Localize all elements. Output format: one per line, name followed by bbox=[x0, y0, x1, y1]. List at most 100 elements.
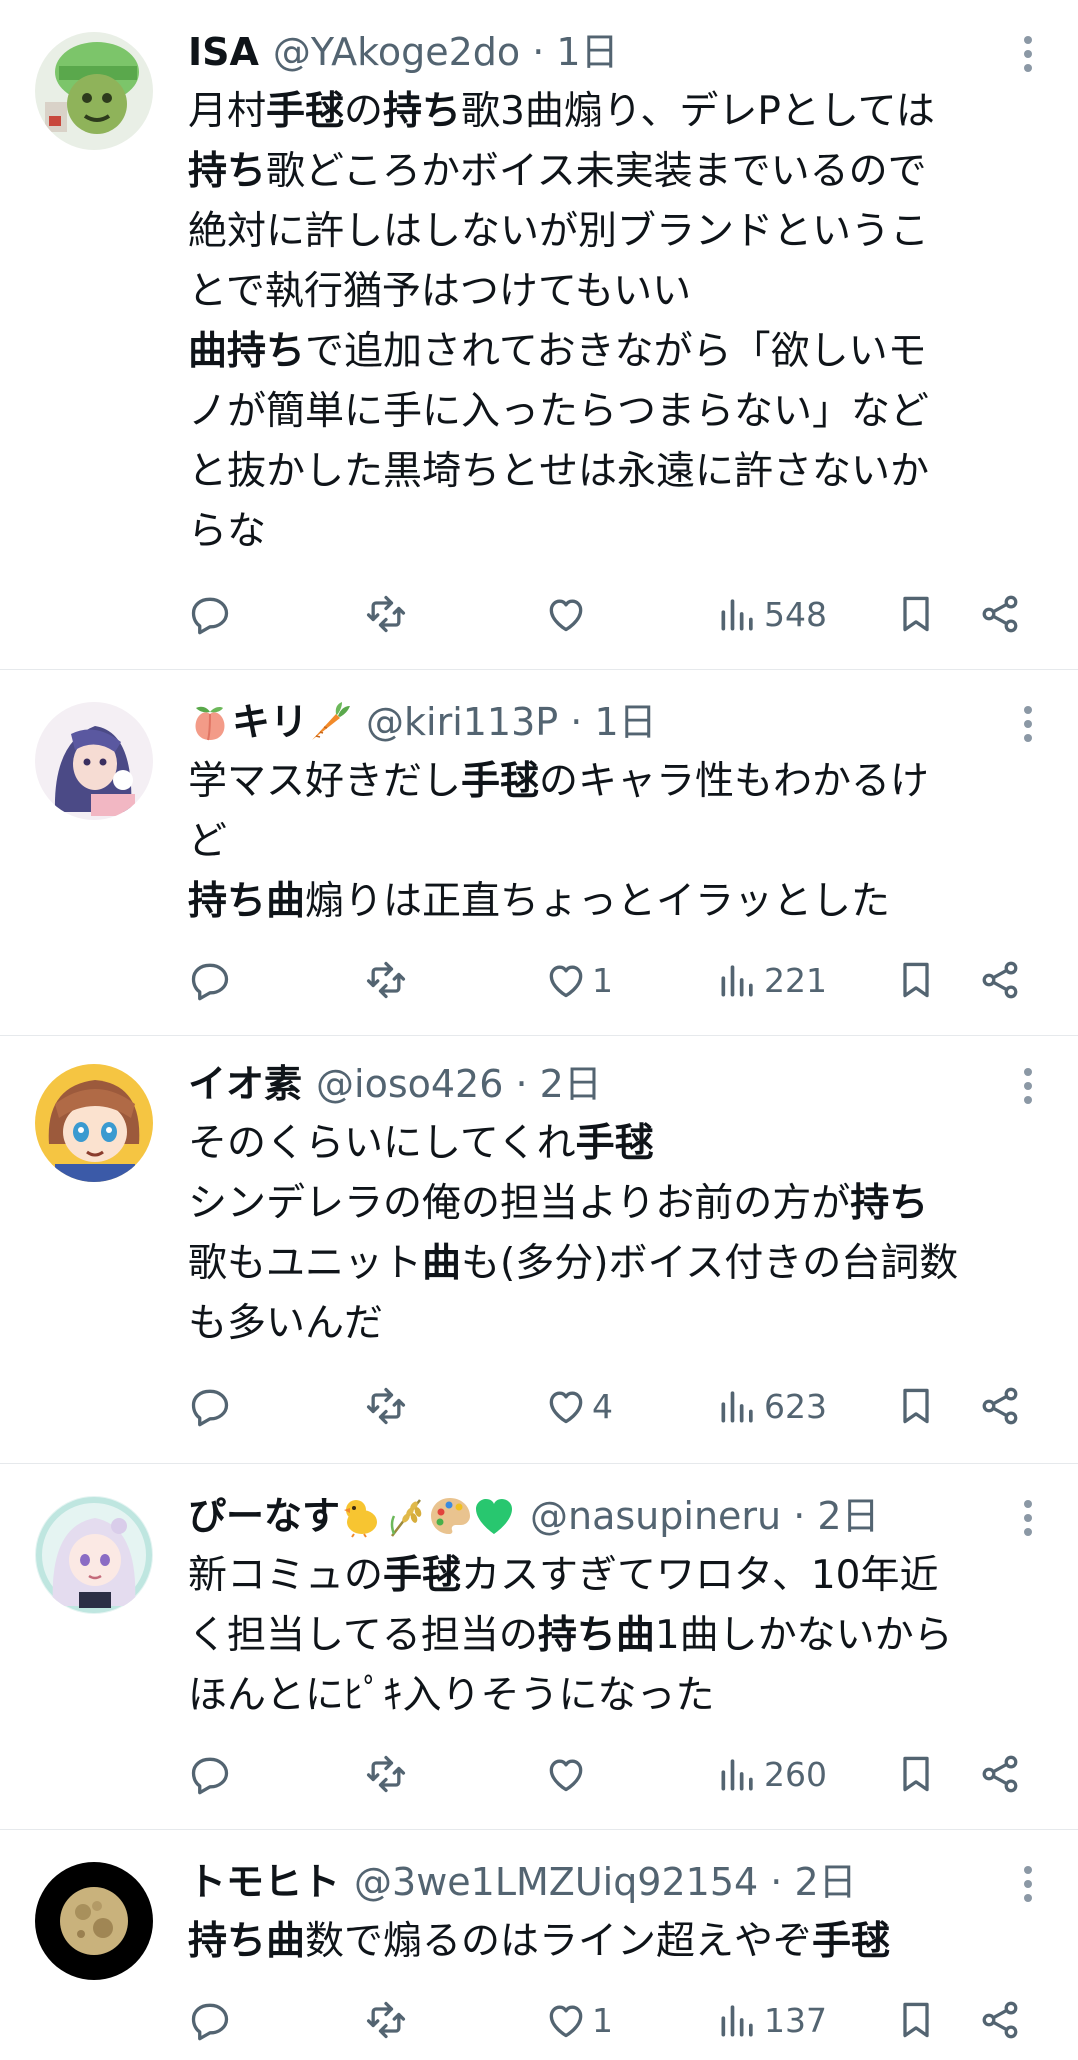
more-icon[interactable] bbox=[1018, 706, 1038, 750]
like-button[interactable]: 4 bbox=[544, 1376, 613, 1436]
like-button[interactable]: 1 bbox=[544, 950, 613, 1010]
share-button[interactable] bbox=[978, 1990, 1022, 2050]
chick-emoji bbox=[344, 1500, 378, 1538]
like-button[interactable]: 1 bbox=[544, 1990, 613, 2050]
highlighted-keyword: 曲持ち bbox=[188, 329, 306, 374]
views-button[interactable]: 137 bbox=[716, 1990, 827, 2050]
text-segment: 月村 bbox=[188, 89, 267, 134]
display-name[interactable]: トモヒト bbox=[188, 1856, 340, 1908]
timestamp[interactable]: 2日 bbox=[794, 1860, 856, 1904]
text-segment: のキャラ性もわかるけ bbox=[539, 759, 930, 804]
retweet-button[interactable] bbox=[364, 1744, 408, 1804]
like-button[interactable] bbox=[544, 584, 592, 644]
tweet[interactable]: ISA @YAkoge2do · 1日 月村手毬の持ち歌3曲煽り、デレPとしては… bbox=[0, 0, 1078, 670]
views-button[interactable]: 260 bbox=[716, 1744, 827, 1804]
display-name[interactable]: ISA bbox=[188, 26, 259, 78]
view-count: 221 bbox=[764, 960, 827, 1000]
views-button[interactable]: 623 bbox=[716, 1376, 827, 1436]
handle-and-time[interactable]: @YAkoge2do · 1日 bbox=[273, 26, 619, 78]
share-icon bbox=[982, 595, 1018, 633]
retweet-icon bbox=[366, 1387, 406, 1425]
share-button[interactable] bbox=[978, 1744, 1022, 1804]
retweet-button[interactable] bbox=[364, 1990, 408, 2050]
share-button[interactable] bbox=[978, 584, 1022, 644]
avatar[interactable] bbox=[35, 1496, 153, 1614]
views-button[interactable]: 221 bbox=[716, 950, 827, 1010]
handle[interactable]: @ioso426 bbox=[316, 1062, 503, 1106]
like-button[interactable] bbox=[544, 1744, 592, 1804]
handle-and-time[interactable]: @nasupineru · 2日 bbox=[530, 1490, 880, 1542]
text-segment: 数で煽るのはライン超えやぞ bbox=[305, 1919, 813, 1964]
highlighted-keyword: 手毬 bbox=[461, 759, 540, 804]
avatar-image bbox=[35, 1862, 153, 1980]
reply-button[interactable] bbox=[188, 1990, 232, 2050]
bookmark-button[interactable] bbox=[894, 584, 938, 644]
share-button[interactable] bbox=[978, 1376, 1022, 1436]
like-count: 1 bbox=[592, 2000, 613, 2040]
carrot-emoji bbox=[312, 702, 351, 740]
reply-button[interactable] bbox=[188, 584, 232, 644]
handle[interactable]: @nasupineru bbox=[530, 1494, 781, 1538]
retweet-button[interactable] bbox=[364, 950, 408, 1010]
bookmark-button[interactable] bbox=[894, 950, 938, 1010]
share-icon bbox=[982, 1387, 1018, 1425]
tweet-text-line: 持ち曲煽りは正直ちょっとイラッとした bbox=[188, 872, 1038, 932]
text-segment: ど bbox=[188, 819, 228, 864]
reply-button[interactable] bbox=[188, 1376, 232, 1436]
highlighted-keyword: 手毬 bbox=[575, 1121, 654, 1166]
timestamp[interactable]: 1日 bbox=[594, 700, 656, 744]
text-segment: と抜かした黒埼ちとせは永遠に許さないか bbox=[188, 449, 930, 494]
tweet-header: トモヒト @3we1LMZUiq92154 · 2日 bbox=[188, 1856, 1038, 1908]
text-segment: らな bbox=[188, 509, 267, 554]
avatar-image bbox=[35, 1064, 153, 1182]
tweet-text: 月村手毬の持ち歌3曲煽り、デレPとしては 持ち歌どころかボイス未実装までいるので絶… bbox=[188, 82, 1038, 562]
handle-and-time[interactable]: @kiri113P · 1日 bbox=[366, 696, 657, 748]
handle-and-time[interactable]: @3we1LMZUiq92154 · 2日 bbox=[354, 1856, 857, 1908]
more-icon[interactable] bbox=[1018, 36, 1038, 80]
text-segment: カスすぎてワロタ、10年近 bbox=[461, 1553, 939, 1598]
display-name[interactable]: イオ素 bbox=[188, 1058, 302, 1110]
timestamp[interactable]: 2日 bbox=[540, 1062, 602, 1106]
tweet[interactable]: ぴーなす @nasupineru · 2日 新コミュの手毬カスすぎてワロタ、10… bbox=[0, 1464, 1078, 1830]
tweet-actions: 548 bbox=[0, 584, 1078, 644]
avatar[interactable] bbox=[35, 702, 153, 820]
handle[interactable]: @YAkoge2do bbox=[273, 30, 520, 74]
handle-and-time[interactable]: @ioso426 · 2日 bbox=[316, 1058, 602, 1110]
reply-icon bbox=[191, 1389, 229, 1427]
retweet-button[interactable] bbox=[364, 584, 408, 644]
reply-button[interactable] bbox=[188, 950, 232, 1010]
views-button[interactable]: 548 bbox=[716, 584, 827, 644]
retweet-icon bbox=[366, 2001, 406, 2039]
views-icon bbox=[721, 599, 753, 631]
reply-button[interactable] bbox=[188, 1744, 232, 1804]
timestamp[interactable]: 2日 bbox=[817, 1494, 879, 1538]
bookmark-button[interactable] bbox=[894, 1744, 938, 1804]
highlighted-keyword: 持ち曲 bbox=[188, 1919, 306, 1964]
more-icon[interactable] bbox=[1018, 1068, 1038, 1112]
tweet-text-line: 新コミュの手毬カスすぎてワロタ、10年近 bbox=[188, 1546, 1038, 1606]
display-name[interactable]: ぴーなす bbox=[188, 1490, 340, 1542]
bookmark-button[interactable] bbox=[894, 1376, 938, 1436]
like-icon bbox=[549, 2005, 583, 2038]
tweet-text: 持ち曲数で煽るのはライン超えやぞ手毬 bbox=[188, 1912, 1038, 1972]
more-icon[interactable] bbox=[1018, 1866, 1038, 1910]
avatar[interactable] bbox=[35, 1862, 153, 1980]
tweet-text-line: 絶対に許しはしないが別ブランドというこ bbox=[188, 202, 1038, 262]
text-segment: 新コミュの bbox=[188, 1553, 384, 1598]
views-icon bbox=[721, 965, 753, 997]
bookmark-button[interactable] bbox=[894, 1990, 938, 2050]
handle[interactable]: @3we1LMZUiq92154 bbox=[354, 1860, 758, 1904]
avatar[interactable] bbox=[35, 32, 153, 150]
tweet[interactable]: トモヒト @3we1LMZUiq92154 · 2日 持ち曲数で煽るのはライン超… bbox=[0, 1830, 1078, 2060]
tweet[interactable]: イオ素 @ioso426 · 2日 そのくらいにしてくれ手毬 シンデレラの俺の担当… bbox=[0, 1036, 1078, 1464]
display-name[interactable]: キリ bbox=[232, 696, 308, 748]
more-icon[interactable] bbox=[1018, 1500, 1038, 1544]
tweet[interactable]: キリ @kiri113P · 1日 学マス好きだし手毬のキャラ性もわかるけど持ち… bbox=[0, 670, 1078, 1036]
handle[interactable]: @kiri113P bbox=[366, 700, 558, 744]
timestamp[interactable]: 1日 bbox=[556, 30, 618, 74]
avatar[interactable] bbox=[35, 1064, 153, 1182]
share-button[interactable] bbox=[978, 950, 1022, 1010]
tweet-actions: 1 137 bbox=[0, 1990, 1078, 2050]
text-segment: とで執行猶予はつけてもいい bbox=[188, 269, 692, 314]
retweet-button[interactable] bbox=[364, 1376, 408, 1436]
